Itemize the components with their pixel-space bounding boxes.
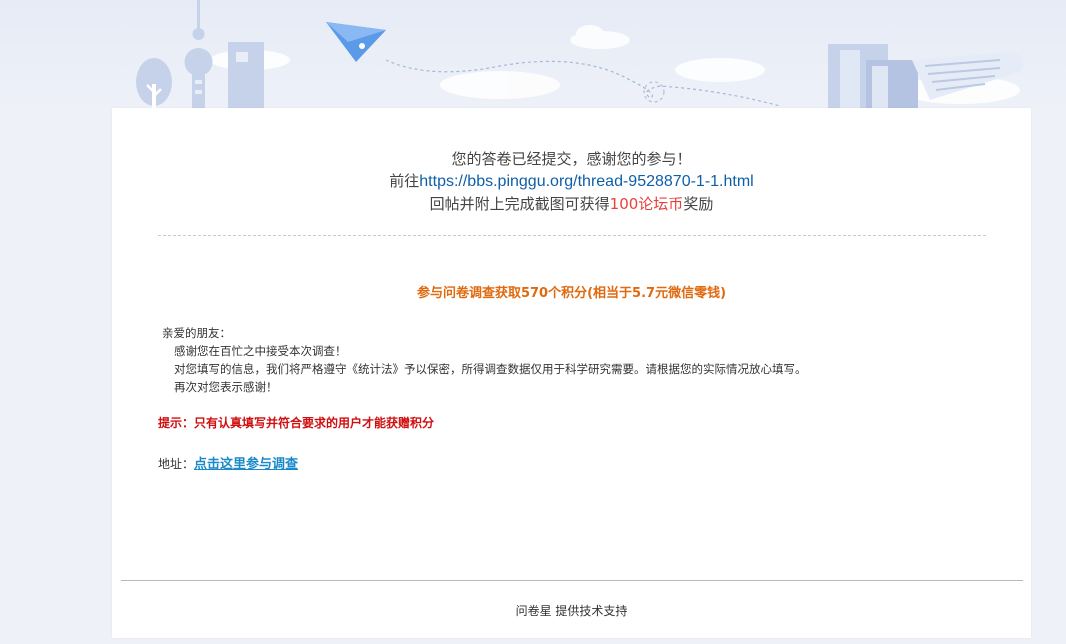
survey-title: 参与问卷调查获取570个积分(相当于5.7元微信零钱) <box>416 286 727 301</box>
banner-illustration <box>136 0 1024 108</box>
dashed-divider <box>158 235 986 236</box>
reward-prefix: 回帖并附上完成截图可获得 <box>429 195 610 213</box>
reward-suffix: 奖励 <box>683 195 714 213</box>
forum-thread-link[interactable]: https://bbs.pinggu.org/thread-9528870-1-… <box>419 173 753 190</box>
footer-brand[interactable]: 问卷星 <box>516 604 552 618</box>
reward-amount: 100论坛币 <box>609 195 684 213</box>
forum-link-line: 前往https://bbs.pinggu.org/thread-9528870-… <box>112 170 1031 193</box>
submitted-message: 您的答卷已经提交，感谢您的参与！ <box>451 150 692 168</box>
building-icon <box>228 42 264 108</box>
tree-icon <box>136 58 172 108</box>
header-banner <box>0 0 1066 110</box>
books-icon <box>828 44 918 108</box>
footer-text: 提供技术支持 <box>551 604 628 618</box>
address-label: 地址： <box>158 457 195 471</box>
reward-line: 回帖并附上完成截图可获得100论坛币奖励 <box>112 193 1031 215</box>
address-line: 地址：点击这里参与调查 <box>158 453 298 472</box>
paper-plane-icon <box>326 22 386 62</box>
letter-greeting: 亲爱的朋友： <box>162 326 231 340</box>
result-card: 您的答卷已经提交，感谢您的参与！ 前往https://bbs.pinggu.or… <box>112 108 1031 638</box>
letter-line: 对您填写的信息，我们将严格遵守《统计法》予以保密，所得调查数据仅用于科学研究需要… <box>174 362 807 376</box>
forum-link-prefix: 前往 <box>389 172 420 190</box>
letter-line: 感谢您在百忙之中接受本次调查！ <box>174 344 347 358</box>
letter-line: 再次对您表示感谢！ <box>174 380 278 394</box>
survey-link[interactable]: 点击这里参与调查 <box>194 457 298 472</box>
tower-icon <box>184 0 213 108</box>
tip-message: 提示：只有认真填写并符合要求的用户才能获赠积分 <box>158 416 435 430</box>
intro-letter: 亲爱的朋友： 感谢您在百忙之中接受本次调查！ 对您填写的信息，我们将严格遵守《统… <box>162 324 807 396</box>
footer: 问卷星 提供技术支持 <box>112 602 1031 619</box>
submission-notice: 您的答卷已经提交，感谢您的参与！ 前往https://bbs.pinggu.or… <box>112 148 1031 215</box>
footer-divider <box>121 580 1023 581</box>
